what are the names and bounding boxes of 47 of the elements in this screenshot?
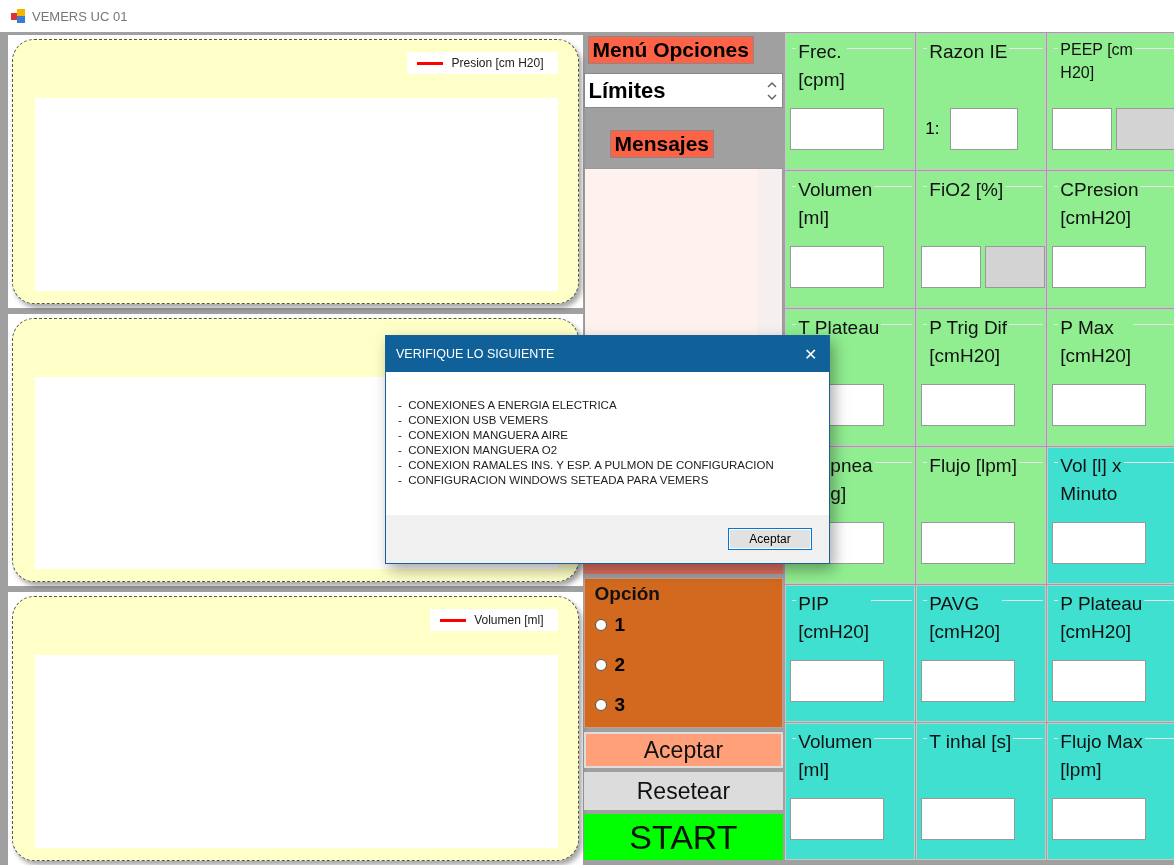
input-field[interactable] (1052, 384, 1147, 426)
chart-legend: Volumen [ml] (430, 609, 558, 632)
radio-button[interactable] (594, 659, 607, 671)
checklist-item: - CONEXIONES A ENERGIA ELECTRICA (398, 398, 618, 413)
input-field[interactable] (949, 108, 1018, 150)
input-field[interactable] (1052, 660, 1147, 702)
chart-legend: Presion [cm H20] (407, 52, 558, 74)
input-field[interactable] (1052, 108, 1113, 150)
input-field[interactable] (1052, 798, 1147, 840)
option-label: 1 (614, 614, 626, 636)
input-field[interactable] (921, 246, 982, 288)
checklist-item: - CONFIGURACION WINDOWS SETEADA PARA VEMERS (398, 473, 710, 488)
input-field[interactable] (1052, 246, 1147, 288)
option-label: 3 (614, 694, 626, 716)
input-field[interactable] (790, 660, 885, 702)
checklist-item: - CONEXION USB VEMERS (398, 413, 550, 428)
app-icon (10, 8, 26, 24)
dialog-title: VERIFIQUE LO SIGUIENTE (396, 347, 555, 361)
input-field[interactable] (921, 522, 1016, 564)
start-button[interactable]: START (583, 814, 784, 860)
legend-line-icon (440, 618, 467, 622)
accept-button[interactable]: Aceptar (583, 732, 784, 768)
radio-button[interactable] (594, 699, 607, 711)
input-field[interactable] (790, 246, 885, 288)
input-field[interactable] (921, 798, 1016, 840)
checklist-item: - CONEXION MANGUERA AIRE (398, 428, 569, 443)
option-spinner[interactable]: Límites (583, 73, 784, 108)
ratio-prefix: 1: (925, 119, 940, 139)
group-title: Opción (594, 583, 661, 605)
input-field[interactable] (790, 798, 885, 840)
messages-title: Mensajes (609, 130, 715, 158)
input-field[interactable] (921, 384, 1016, 426)
input-field[interactable] (1052, 522, 1147, 564)
input-field[interactable] (985, 246, 1046, 288)
checklist-item: - CONEXION RAMALES INS. Y ESP. A PULMON DE CONFIGURACION (398, 458, 775, 473)
close-button[interactable]: ✕ (804, 344, 817, 364)
input-field[interactable] (790, 108, 885, 150)
input-field[interactable] (921, 660, 1016, 702)
dialog-accept-button[interactable]: Aceptar (728, 528, 812, 550)
radio-button[interactable] (594, 619, 607, 631)
input-field[interactable] (1116, 108, 1174, 150)
reset-button[interactable]: Resetear (583, 772, 784, 810)
option-label: 2 (614, 654, 626, 676)
legend-line-icon (417, 61, 444, 65)
checklist-item: - CONEXION MANGUERA O2 (398, 443, 559, 458)
menu-title: Menú Opciones (587, 36, 754, 64)
window-title: VEMERS UC 01 (32, 8, 128, 24)
